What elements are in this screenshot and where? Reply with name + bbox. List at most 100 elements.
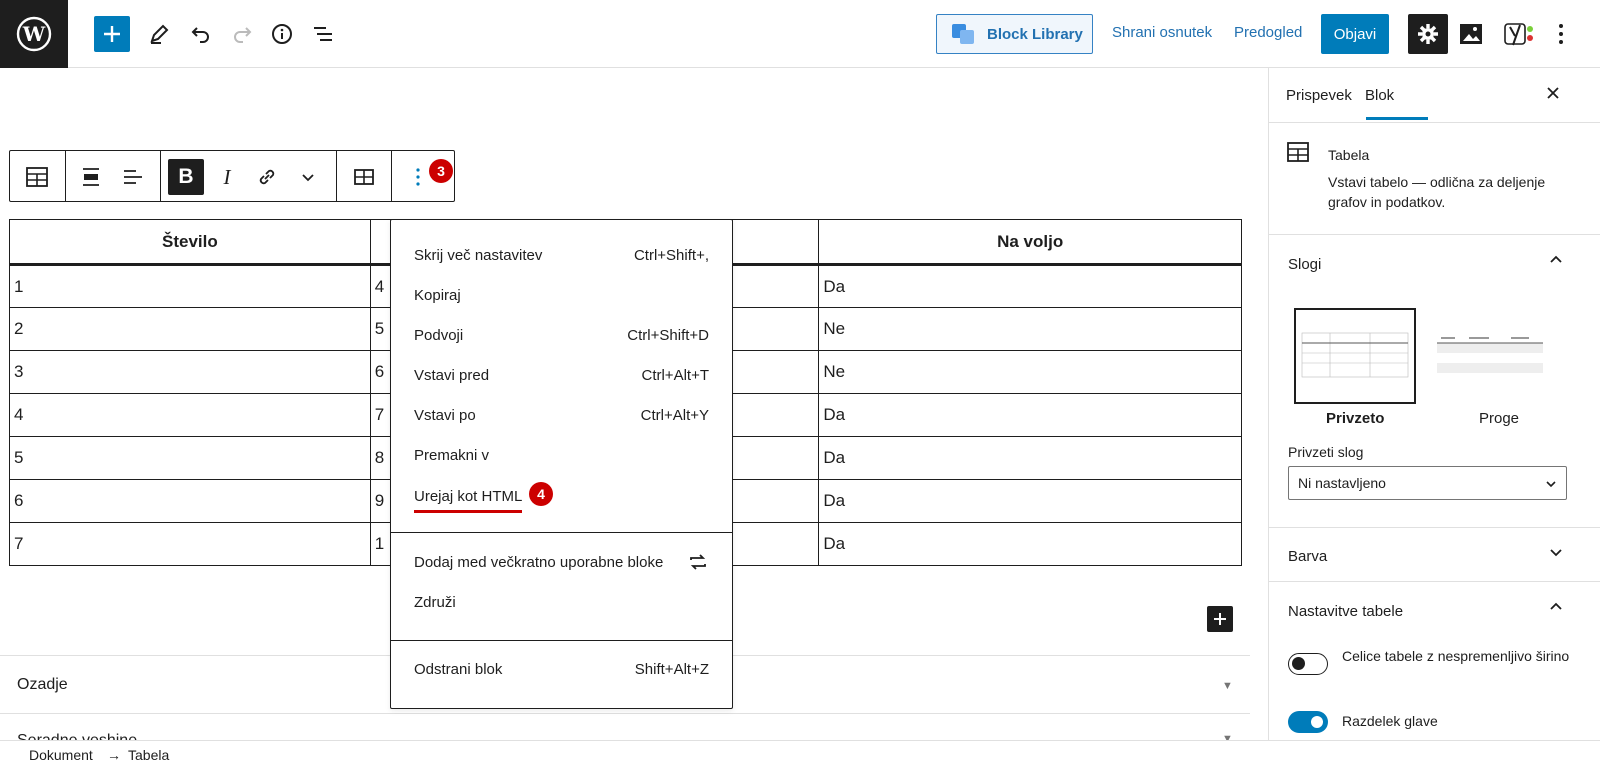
table-cell[interactable]: 2 [9, 307, 371, 351]
header-cell-number[interactable]: Število [9, 219, 371, 266]
breadcrumb-arrow: → [107, 747, 121, 763]
table-block-icon[interactable] [19, 159, 55, 195]
table-cell[interactable]: Da [818, 264, 1242, 308]
menu-item-shortcut: Ctrl+Shift+, [633, 246, 709, 264]
step-badge-3: 3 [429, 159, 453, 183]
block-name: Tabela [1328, 147, 1370, 163]
header-section-label: Razdelek glave [1342, 713, 1438, 729]
table-cell[interactable]: 3 [9, 350, 371, 394]
menu-item-add-reusable[interactable]: Dodaj med večkratno uporabne bloke [414, 550, 709, 574]
menu-item-copy[interactable]: Kopiraj [414, 283, 709, 307]
settings-sidebar: Prispevek Blok Tabela Vstavi tabelo — od… [1268, 68, 1600, 740]
style-stripes-label: Proge [1479, 410, 1520, 427]
style-stripes-preview[interactable] [1429, 308, 1551, 404]
save-draft-link[interactable]: Shrani osnutek [1112, 24, 1212, 41]
table-cell[interactable]: Da [818, 522, 1242, 566]
second-section[interactable]: Seradne veshine ▼ [0, 713, 1250, 740]
menu-item-label: Kopiraj [414, 286, 461, 304]
breadcrumb-document[interactable]: Dokument [29, 747, 93, 763]
text-align-left-icon[interactable] [114, 159, 150, 195]
active-tab-indicator [1366, 117, 1428, 120]
chevron-down-icon [1546, 481, 1556, 488]
menu-item-label: Urejaj kot HTML [414, 488, 523, 513]
edit-table-icon[interactable] [346, 159, 382, 195]
tab-block[interactable]: Blok [1365, 87, 1394, 104]
block-library-icon [951, 22, 977, 46]
menu-item-hide-settings[interactable]: Skrij več nastavitev Ctrl+Shift+, [414, 243, 709, 267]
svg-text:W: W [22, 22, 46, 46]
publish-button[interactable]: Objavi [1321, 14, 1389, 54]
fixed-width-toggle[interactable] [1288, 653, 1328, 675]
wordpress-logo-icon[interactable]: W [0, 0, 68, 68]
menu-item-duplicate[interactable]: Podvoji Ctrl+Shift+D [414, 323, 709, 347]
preview-link[interactable]: Predogled [1234, 24, 1302, 41]
menu-item-shortcut: Ctrl+Alt+Y [640, 406, 709, 424]
edit-pencil-icon[interactable] [141, 16, 177, 52]
align-wide-icon[interactable] [73, 159, 109, 195]
add-block-button[interactable] [94, 16, 130, 52]
menu-item-group[interactable]: Združi [414, 590, 709, 614]
second-section-label: Seradne veshine [17, 732, 137, 740]
default-style-label: Privzeti slog [1288, 444, 1364, 460]
table-cell[interactable]: Da [818, 479, 1242, 523]
menu-item-label: Odstrani blok [414, 660, 503, 678]
list-view-icon[interactable] [305, 16, 341, 52]
table-cell[interactable]: 1 [9, 264, 371, 308]
table-cell[interactable]: 6 [9, 479, 371, 523]
caret-down-icon: ▼ [1222, 680, 1233, 692]
table-cell[interactable]: Da [818, 436, 1242, 480]
header-section-toggle[interactable] [1288, 711, 1328, 733]
more-formats-chevron-down-icon[interactable] [290, 159, 326, 195]
color-panel-title[interactable]: Barva [1288, 548, 1327, 565]
inline-add-block-button[interactable] [1207, 606, 1233, 632]
menu-item-move-to[interactable]: Premakni v [414, 443, 709, 467]
media-image-icon[interactable] [1453, 16, 1489, 52]
menu-item-label: Skrij več nastavitev [414, 246, 543, 264]
chevron-up-icon[interactable] [1544, 248, 1568, 272]
step-badge-4: 4 [529, 482, 553, 506]
menu-item-shortcut: Ctrl+Shift+D [627, 326, 709, 344]
block-options-menu: Skrij več nastavitev Ctrl+Shift+, Kopiraj… [390, 219, 733, 709]
close-sidebar-icon[interactable] [1544, 84, 1562, 107]
info-icon[interactable] [264, 16, 300, 52]
default-style-select-value: Ni nastavljeno [1298, 475, 1386, 491]
link-icon[interactable] [249, 159, 285, 195]
block-library-button[interactable]: Block Library [936, 14, 1093, 54]
chevron-up-icon[interactable] [1544, 595, 1568, 619]
tab-post[interactable]: Prispevek [1286, 87, 1352, 104]
menu-item-edit-as-html[interactable]: Urejaj kot HTML [414, 483, 709, 513]
menu-item-insert-after[interactable]: Vstavi po Ctrl+Alt+Y [414, 403, 709, 427]
table-settings-panel-title[interactable]: Nastavitve tabele [1288, 603, 1403, 620]
table-cell[interactable]: 5 [9, 436, 371, 480]
settings-gear-icon[interactable] [1408, 14, 1448, 54]
table-cell[interactable]: Ne [818, 350, 1242, 394]
table-cell[interactable]: Ne [818, 307, 1242, 351]
options-more-vertical-icon[interactable] [1543, 16, 1579, 52]
menu-item-label: Vstavi po [414, 406, 476, 424]
top-toolbar: W Block Library Shrani osnutek Predogled… [0, 0, 1600, 68]
default-style-select[interactable]: Ni nastavljeno [1288, 466, 1567, 500]
chevron-down-icon[interactable] [1544, 540, 1568, 564]
menu-item-label: Podvoji [414, 326, 464, 344]
background-section-label: Ozadje [17, 676, 68, 693]
style-default-label: Privzeto [1326, 410, 1385, 427]
block-breadcrumb: Dokument → Tabela [0, 740, 1600, 767]
yoast-seo-icon[interactable] [1502, 16, 1538, 52]
header-cell-available[interactable]: Na voljo [818, 219, 1242, 266]
block-description: Vstavi tabelo — odlična za deljenje graf… [1328, 174, 1546, 210]
style-default-preview[interactable] [1294, 308, 1416, 404]
italic-icon[interactable]: I [209, 159, 245, 195]
menu-item-insert-before[interactable]: Vstavi pred Ctrl+Alt+T [414, 363, 709, 387]
table-cell[interactable]: 7 [9, 522, 371, 566]
menu-item-remove-block[interactable]: Odstrani blok Shift+Alt+Z [414, 657, 709, 681]
bold-icon[interactable]: B [168, 159, 204, 195]
fixed-width-label: Celice tabele z nespremenljivo širino [1342, 648, 1570, 664]
styles-panel-title[interactable]: Slogi [1288, 256, 1321, 273]
table-cell[interactable]: Da [818, 393, 1242, 437]
undo-icon[interactable] [183, 16, 219, 52]
table-block-info-icon [1286, 140, 1310, 169]
breadcrumb-table[interactable]: Tabela [128, 747, 169, 763]
table-cell[interactable]: 4 [9, 393, 371, 437]
redo-icon[interactable] [224, 16, 260, 52]
block-toolbar: B I 3 [9, 150, 455, 202]
